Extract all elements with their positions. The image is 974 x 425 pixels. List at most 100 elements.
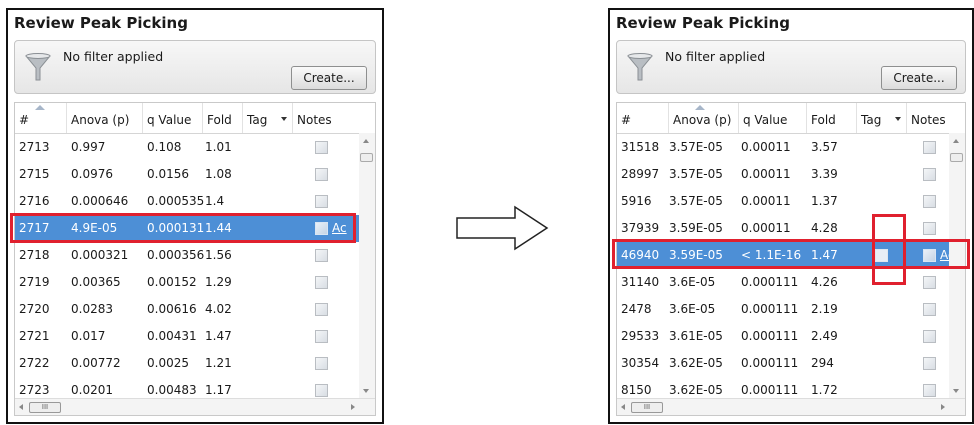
vertical-scrollbar[interactable] [949,133,965,399]
horizontal-scrollbar[interactable]: III [617,398,965,415]
cell-anova: 3.57E-05 [669,140,723,154]
scroll-right-icon[interactable] [351,404,355,410]
scroll-thumb[interactable]: III [29,402,61,413]
table-row[interactable]: 31140 3.6E-05 0.000111 4.26 [617,269,949,296]
add-note-link[interactable]: Ac [332,215,347,242]
scroll-up-icon[interactable] [953,139,959,143]
note-icon[interactable] [923,141,936,154]
scroll-down-icon[interactable] [953,389,959,393]
scroll-up-icon[interactable] [363,139,369,143]
scroll-thumb[interactable]: III [631,402,663,413]
create-filter-button[interactable]: Create... [881,66,957,90]
table-row[interactable]: 2715 0.0976 0.0156 1.08 [15,161,359,188]
note-icon[interactable] [923,168,936,181]
table-row[interactable]: 37939 3.59E-05 0.00011 4.28 [617,215,949,242]
scroll-thumb[interactable] [950,153,963,162]
column-header-notes[interactable]: Notes [907,103,957,133]
scroll-left-icon[interactable] [621,404,625,410]
cell-id: 31140 [621,275,660,289]
tag-checkbox[interactable] [875,249,888,262]
scroll-down-icon[interactable] [363,389,369,393]
table-row[interactable]: 30354 3.62E-05 0.000111 294 [617,350,949,377]
note-icon[interactable] [315,357,328,370]
note-icon[interactable] [923,330,936,343]
cell-anova: 0.017 [71,329,106,343]
note-icon[interactable] [923,222,936,235]
table-row[interactable]: 5916 3.57E-05 0.00011 1.37 [617,188,949,215]
note-icon[interactable] [315,168,328,181]
table-row[interactable]: 2478 3.6E-05 0.000111 2.19 [617,296,949,323]
cell-fold: 4.26 [811,275,838,289]
scroll-right-icon[interactable] [941,404,945,410]
cell-qvalue: 0.000356 [147,248,205,262]
cell-qvalue: 0.000111 [741,329,799,343]
table-row[interactable]: 2721 0.017 0.00431 1.47 [15,323,359,350]
cell-id: 29533 [621,329,660,343]
column-header-qvalue[interactable]: q Value [143,103,203,133]
table-row[interactable]: 2713 0.997 0.108 1.01 [15,134,359,161]
note-icon[interactable] [315,330,328,343]
cell-anova: 3.61E-05 [669,329,723,343]
note-icon[interactable] [923,276,936,289]
note-icon[interactable] [315,303,328,316]
tag-dropdown-icon[interactable] [281,117,287,121]
note-icon[interactable] [315,222,328,235]
note-icon[interactable] [923,384,936,397]
cell-qvalue: 0.000111 [741,356,799,370]
table-row[interactable]: 28997 3.57E-05 0.00011 3.39 [617,161,949,188]
cell-qvalue: 0.0156 [147,167,189,181]
column-label: Tag [247,113,268,127]
note-icon[interactable] [923,249,936,262]
table-row[interactable]: 2720 0.0283 0.00616 4.02 [15,296,359,323]
horizontal-scrollbar[interactable]: III [15,398,375,415]
vertical-scrollbar[interactable] [359,133,375,399]
note-icon[interactable] [315,249,328,262]
table-row[interactable]: 31518 3.57E-05 0.00011 3.57 [617,134,949,161]
table-row[interactable]: 2719 0.00365 0.00152 1.29 [15,269,359,296]
scroll-left-icon[interactable] [19,404,23,410]
cell-qvalue: 0.00011 [741,140,791,154]
tag-dropdown-icon[interactable] [895,117,901,121]
note-icon[interactable] [315,195,328,208]
note-icon[interactable] [923,303,936,316]
column-header-anova[interactable]: Anova (p) [67,103,143,133]
funnel-icon [627,53,653,81]
column-header-tag[interactable]: Tag [243,103,293,133]
note-icon[interactable] [923,357,936,370]
column-header-notes[interactable]: Notes [293,103,363,133]
table-row[interactable]: 2716 0.000646 0.000535 1.4 [15,188,359,215]
column-header-qvalue[interactable]: q Value [739,103,807,133]
column-header-id[interactable]: # [15,103,67,133]
scroll-thumb[interactable] [360,153,373,162]
column-header-fold[interactable]: Fold [203,103,243,133]
cell-id: 2720 [19,302,50,316]
cell-fold: 1.21 [205,356,232,370]
column-header-id[interactable]: # [617,103,669,133]
cell-qvalue: < 1.1E-16 [741,248,802,262]
table-row-selected[interactable]: 2717 4.9E-05 0.000131 1.44 Ac [15,215,359,242]
cell-fold: 1.4 [205,194,225,208]
note-icon[interactable] [315,141,328,154]
cell-qvalue: 0.108 [147,140,182,154]
column-label: # [19,113,30,127]
cell-anova: 4.9E-05 [71,221,118,235]
column-header-fold[interactable]: Fold [807,103,857,133]
table-row[interactable]: 2722 0.00772 0.0025 1.21 [15,350,359,377]
table-row-selected[interactable]: 46940 3.59E-05 < 1.1E-16 1.47 Ac [617,242,955,269]
column-header-anova[interactable]: Anova (p) [669,103,739,133]
column-header-tag[interactable]: Tag [857,103,907,133]
table-row[interactable]: 2718 0.000321 0.000356 1.56 [15,242,359,269]
column-label: q Value [147,113,192,127]
note-icon[interactable] [923,195,936,208]
note-icon[interactable] [315,384,328,397]
panel-title: Review Peak Picking [616,14,790,32]
right-arrow-icon [456,205,549,251]
cell-fold: 2.49 [811,329,838,343]
note-icon[interactable] [315,276,328,289]
create-filter-button[interactable]: Create... [291,66,367,90]
filter-status-text: No filter applied [665,49,766,64]
cell-anova: 3.6E-05 [669,275,716,289]
cell-qvalue: 0.0025 [147,356,189,370]
cell-qvalue: 0.00152 [147,275,197,289]
table-row[interactable]: 29533 3.61E-05 0.000111 2.49 [617,323,949,350]
